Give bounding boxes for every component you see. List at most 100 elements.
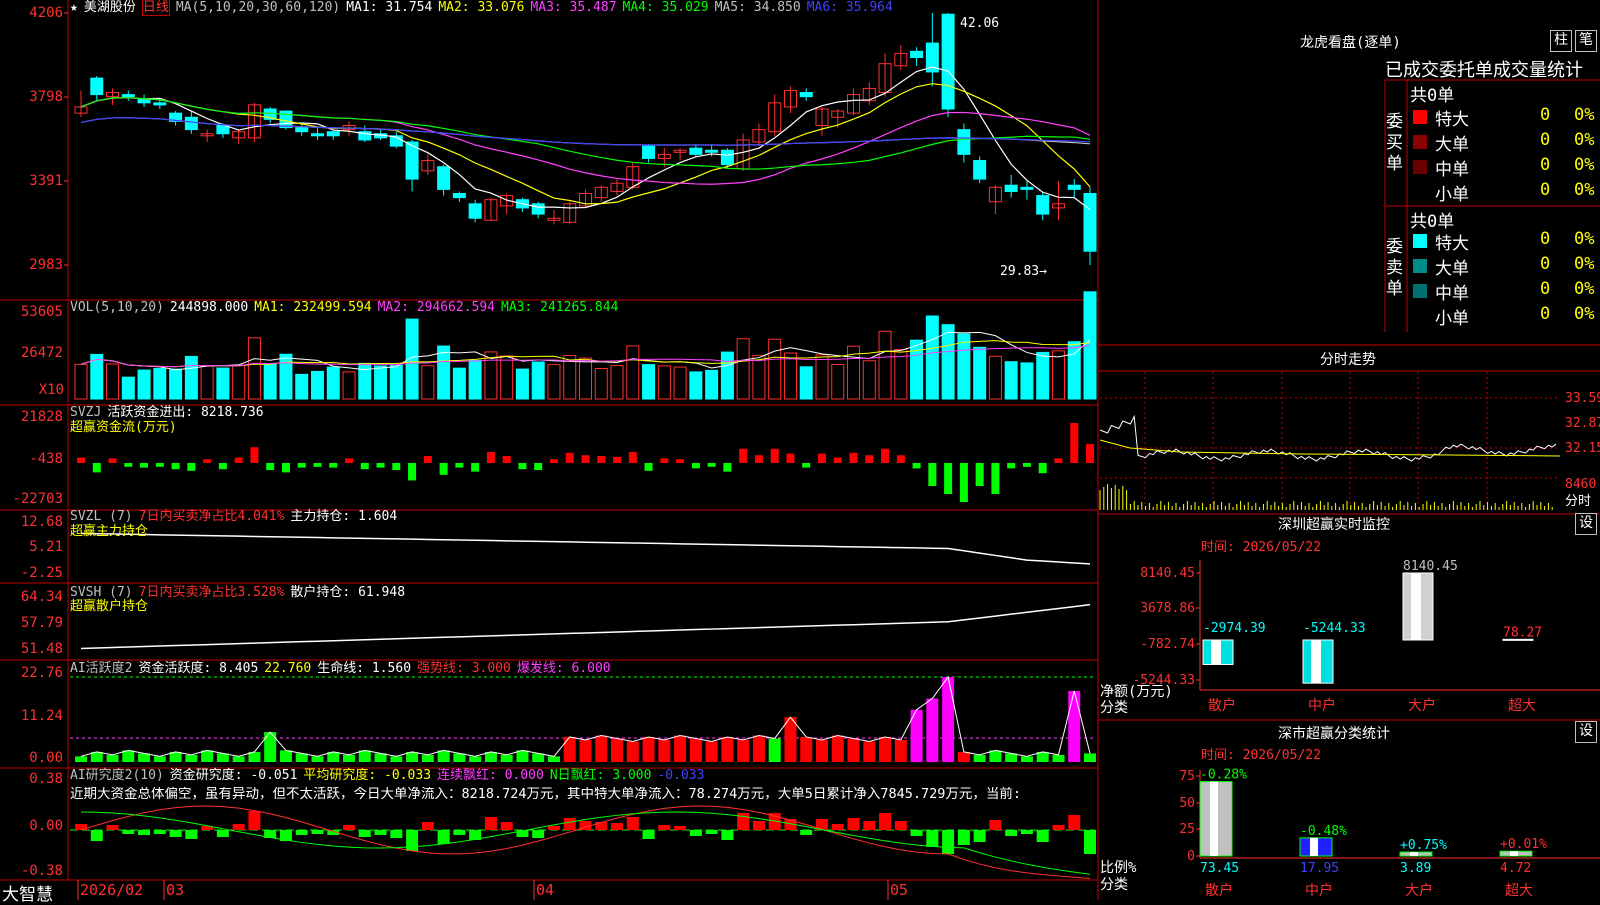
- flow-bar: [218, 463, 227, 470]
- longhu-title: 龙虎看盘(逐单): [1300, 35, 1401, 51]
- bar-view-button[interactable]: 柱: [1550, 30, 1572, 52]
- flow-bar: [408, 463, 417, 481]
- candle: [720, 149, 734, 166]
- activity-bar: [863, 741, 876, 762]
- favorite-star-icon[interactable]: ★: [70, 0, 78, 15]
- volume-bar: [500, 355, 514, 400]
- volume-bar: [184, 355, 198, 400]
- volume-bar: [216, 367, 230, 400]
- research-bar: [879, 813, 892, 830]
- activity-bar: [800, 736, 813, 762]
- flow-bar: [92, 463, 101, 473]
- volume-bar: [326, 366, 340, 400]
- research-bar: [484, 817, 497, 830]
- volume-bar: [484, 351, 498, 400]
- svzj-axis-label: -22703: [12, 491, 63, 507]
- activity-bar: [1020, 756, 1033, 762]
- candle: [310, 133, 324, 137]
- ai-research-v3: 连续飘红: 0.000: [437, 768, 544, 783]
- svzj-subtitle: 超赢资金流(万元): [70, 420, 177, 435]
- activity-bar: [705, 741, 718, 762]
- activity-bar: [737, 739, 750, 762]
- intraday-axis-label: 32.87: [1565, 416, 1600, 431]
- volume-bar: [515, 368, 529, 400]
- date-axis-label: 04: [536, 881, 554, 899]
- flow-bar: [345, 458, 354, 463]
- flow-bar: [912, 463, 921, 469]
- flow-bar: [865, 455, 874, 463]
- vol-ma1: MA1: 232499.594: [254, 300, 372, 315]
- stats-bar-shine: [1210, 781, 1218, 856]
- period-label[interactable]: 日线: [141, 0, 170, 16]
- research-bar: [500, 822, 513, 830]
- research-bar: [1068, 815, 1081, 830]
- flow-bar: [660, 458, 669, 463]
- sz-stats-settings-button[interactable]: 设: [1575, 721, 1597, 743]
- activity-bar: [75, 756, 87, 762]
- ai-active-header: AI活跃度2 资金活跃度: 8.405 22.760 生命线: 1.560 强势线: 3…: [70, 661, 617, 676]
- flow-bar: [597, 456, 606, 463]
- research-bar: [973, 830, 986, 842]
- activity-bar: [1052, 754, 1065, 762]
- volume-bar: [831, 363, 845, 400]
- flow-bar: [754, 455, 763, 463]
- research-bar: [453, 830, 466, 835]
- volume-bar: [1051, 350, 1065, 400]
- activity-bar: [957, 751, 970, 762]
- stock-name[interactable]: 美湖股份: [84, 0, 136, 15]
- volume-bar: [121, 376, 135, 400]
- pen-view-button[interactable]: 笔: [1575, 30, 1597, 52]
- activity-bar: [1068, 691, 1081, 762]
- main-chart-svg[interactable]: 4206 3798 3391 2983 53605 26472 X10 21828 -438 -2…: [0, 0, 1600, 900]
- vol-label: VOL(5,10,20): [70, 300, 164, 315]
- volume-bar: [137, 369, 151, 400]
- price-axis-label: 2983: [29, 257, 63, 273]
- volume-bar: [1036, 351, 1050, 400]
- buy-side-label: 委买单: [1386, 112, 1403, 174]
- buy-row-name: 小单: [1435, 185, 1469, 205]
- intraday-axis-label: 33.59: [1565, 391, 1600, 406]
- buy-total: 共0单: [1410, 86, 1455, 106]
- volume-bar: [610, 365, 624, 400]
- flow-bar: [849, 452, 858, 463]
- flow-bar: [376, 463, 385, 468]
- volume-bar: [594, 367, 608, 400]
- research-bar: [847, 818, 860, 830]
- svsh-axis-label: 57.79: [21, 615, 63, 631]
- volume-bar: [279, 353, 293, 400]
- intraday-axis-label: 32.15: [1565, 441, 1600, 456]
- intraday-title[interactable]: 分时走势: [1320, 349, 1376, 369]
- brand-logo[interactable]: 大智慧: [2, 880, 53, 905]
- flow-bar: [313, 463, 322, 467]
- ai-research-text: 近期大资金总体偏空，虽有异动，但不太活跃，今日大单净流入：8218.724万元，…: [70, 787, 1022, 802]
- flow-bar: [959, 463, 968, 502]
- flow-bar: [896, 455, 905, 463]
- ai-active-v3: 生命线: 1.560: [317, 661, 412, 676]
- volume-bar: [169, 368, 183, 400]
- svzl-label: SVZL (7): [70, 509, 133, 524]
- sz-monitor-settings-button[interactable]: 设: [1575, 513, 1597, 535]
- volume-bar: [247, 337, 261, 400]
- activity-bar: [563, 736, 576, 762]
- buy-row-swatch: [1413, 135, 1427, 149]
- research-bar: [547, 826, 560, 830]
- flow-bar: [281, 463, 290, 473]
- candle: [689, 147, 703, 155]
- flow-bar: [234, 457, 243, 463]
- activity-bar: [516, 750, 529, 762]
- flow-bar: [297, 463, 306, 468]
- ma5-value: MA5: 34.850: [714, 0, 801, 15]
- candle: [468, 203, 482, 219]
- volume-bar: [232, 364, 246, 400]
- sell-row-swatch: [1413, 309, 1427, 323]
- research-bar: [626, 817, 639, 830]
- research-bar: [532, 830, 545, 838]
- svzl-axis-label: -2.25: [21, 565, 63, 581]
- activity-bar: [752, 735, 765, 762]
- sz-stats-axis-label: 25: [1179, 822, 1195, 837]
- sz-monitor-axis-label: -782.74: [1140, 637, 1195, 652]
- research-bar: [705, 830, 718, 834]
- research-bar: [1020, 830, 1033, 834]
- date-axis-label: 03: [166, 881, 184, 899]
- flow-bar: [124, 463, 133, 467]
